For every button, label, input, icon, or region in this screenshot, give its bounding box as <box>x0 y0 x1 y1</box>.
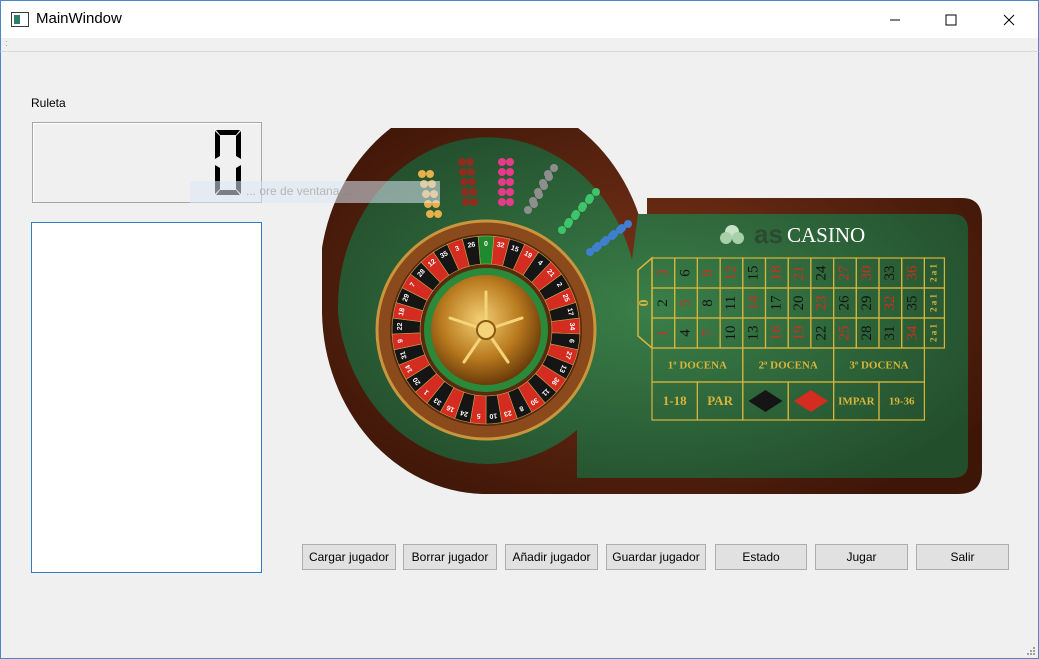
number-label: 1 <box>655 329 671 337</box>
outside-bet-label: PAR <box>707 393 733 408</box>
number-label: 22 <box>814 326 830 341</box>
outside-bet-label: 1-18 <box>663 393 687 408</box>
number-label: 20 <box>791 296 807 311</box>
number-label: 35 <box>904 296 920 311</box>
number-label: 28 <box>859 326 875 341</box>
number-label: 26 <box>836 295 852 311</box>
wheel-number: 10 <box>489 412 497 420</box>
close-icon <box>1003 14 1015 25</box>
minimize-button[interactable] <box>866 1 924 38</box>
roulette-label: Ruleta <box>31 96 66 110</box>
number-label: 10 <box>723 326 739 341</box>
add-player-button[interactable]: Añadir jugador <box>505 544 598 570</box>
play-button[interactable]: Jugar <box>815 544 908 570</box>
number-label: 31 <box>882 326 898 341</box>
number-label: 33 <box>882 266 898 281</box>
number-label: 14 <box>746 295 762 311</box>
wheel-number: 26 <box>467 241 476 249</box>
ghost-tooltip: ... ore de ventana ... <box>190 181 440 203</box>
minimize-icon <box>890 19 900 20</box>
number-label: 32 <box>882 296 898 311</box>
column-bet-label: 2 a 1 <box>928 294 938 313</box>
dozen-label: 1ª DOCENA <box>668 360 727 372</box>
wheel-number: 0 <box>484 241 488 248</box>
delete-player-button[interactable]: Borrar jugador <box>403 544 497 570</box>
number-label: 21 <box>791 266 807 281</box>
wheel-number: 22 <box>397 322 404 330</box>
outside-bet-label: IMPAR <box>838 396 876 408</box>
toolbar-grip-icon[interactable]: · · <box>5 38 8 50</box>
outside-bet-label: 19-36 <box>889 396 915 408</box>
wheel-number: 5 <box>476 412 481 419</box>
number-label: 30 <box>859 266 875 281</box>
number-label: 6 <box>677 269 693 277</box>
window-border-left <box>0 52 1 659</box>
number-label: 18 <box>768 266 784 281</box>
number-label: 25 <box>836 326 852 341</box>
number-label: 19 <box>791 326 807 341</box>
number-label: 27 <box>836 265 852 281</box>
number-label: 11 <box>723 296 739 310</box>
number-label: 23 <box>814 296 830 311</box>
maximize-button[interactable] <box>922 1 980 38</box>
number-label: 3 <box>655 269 671 277</box>
wheel-number: 34 <box>568 322 575 330</box>
roulette-wheel: 0 32 1519421225173462713361130823105241633… <box>375 219 597 441</box>
status-button[interactable]: Estado <box>715 544 807 570</box>
toolbar: · · <box>0 38 1039 52</box>
title-bar: MainWindow <box>0 0 1039 38</box>
number-label: 7 <box>700 329 716 337</box>
number-label: 12 <box>723 266 739 281</box>
logo-text: CASINO <box>787 223 865 247</box>
number-label: 36 <box>904 265 920 281</box>
number-label: 16 <box>768 325 784 341</box>
window-title: MainWindow <box>36 10 122 27</box>
logo-prefix: as <box>754 219 783 249</box>
number-label: 5 <box>677 299 693 307</box>
number-label: 24 <box>814 265 830 281</box>
number-label: 9 <box>700 269 716 277</box>
close-button[interactable] <box>980 1 1038 38</box>
ghost-tooltip-text: ... ore de ventana ... <box>246 184 353 198</box>
load-player-button[interactable]: Cargar jugador <box>302 544 396 570</box>
size-grip-icon[interactable] <box>1026 646 1036 656</box>
column-bet-label: 2 a 1 <box>928 264 938 283</box>
players-list[interactable] <box>31 222 262 573</box>
lcd-value-text: 0 <box>33 123 34 124</box>
column-bet-label: 2 a 1 <box>928 324 938 343</box>
number-label: 13 <box>746 326 762 341</box>
number-label: 4 <box>677 329 693 337</box>
zero-label: 0 <box>637 300 652 307</box>
maximize-icon <box>945 14 957 25</box>
dozen-label: 2ª DOCENA <box>759 360 818 372</box>
app-icon <box>11 12 29 27</box>
number-label: 17 <box>768 295 784 311</box>
exit-button[interactable]: Salir <box>916 544 1009 570</box>
number-label: 29 <box>859 296 875 311</box>
number-label: 8 <box>700 299 716 307</box>
number-label: 2 <box>655 299 671 307</box>
number-label: 34 <box>904 325 920 341</box>
number-label: 15 <box>746 266 762 281</box>
dozen-label: 3ª DOCENA <box>849 360 908 372</box>
save-player-button[interactable]: Guardar jugador <box>606 544 706 570</box>
wheel-number: 32 <box>496 241 505 249</box>
